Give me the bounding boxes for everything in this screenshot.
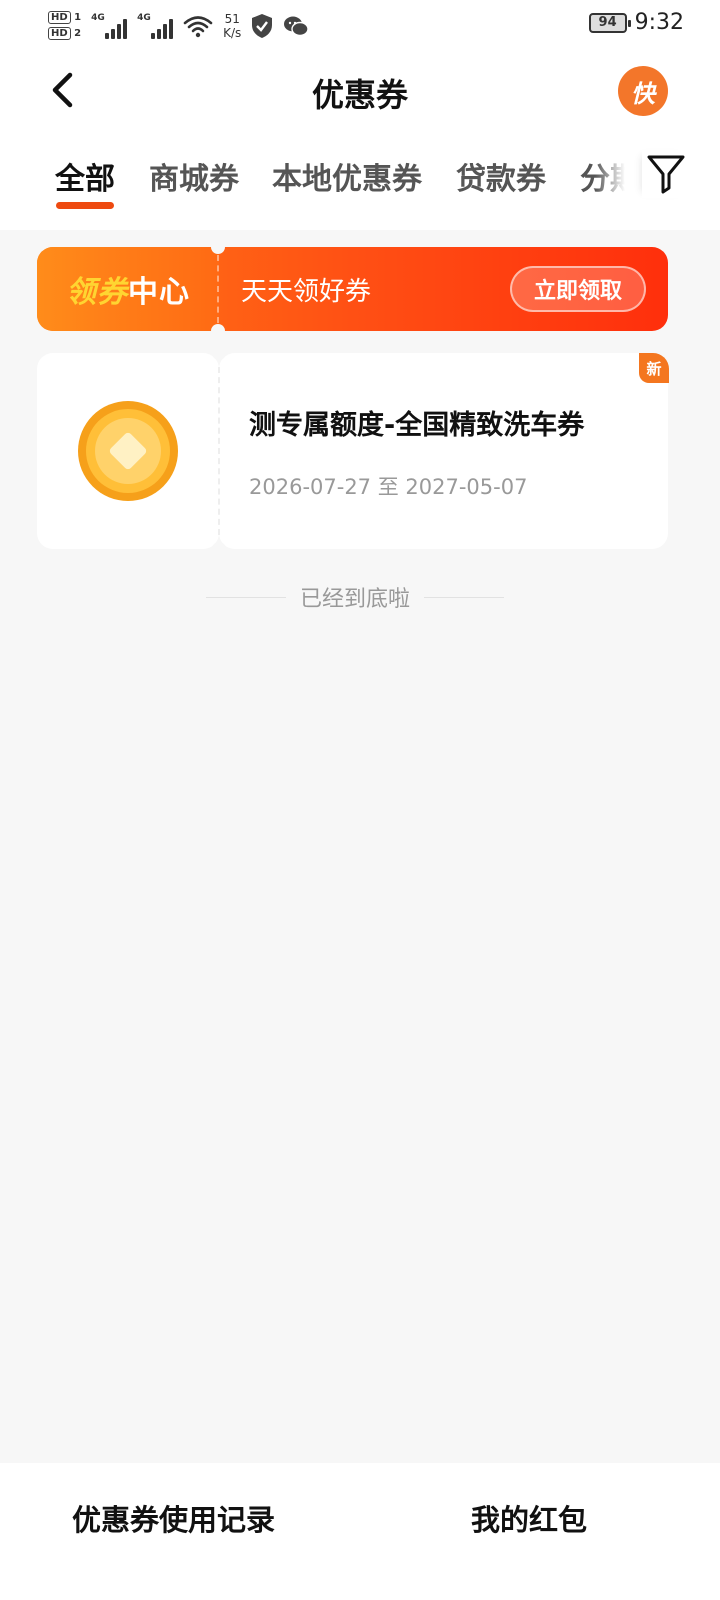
claim-now-button[interactable]: 立即领取 [510, 266, 646, 312]
battery-icon: 94 [588, 12, 631, 33]
signal-icon: 4G [91, 13, 128, 39]
coupon-validity: 2026-07-27 至 2027-05-07 [249, 475, 528, 499]
filter-button[interactable] [642, 150, 690, 198]
wifi-icon [183, 16, 213, 38]
coupon-notch-top [212, 346, 226, 360]
status-bar: HD 1 HD 2 4G 4G 51 K/s 94 9:32 [0, 0, 720, 50]
coupon-info-area [219, 353, 668, 549]
coupon-history-link[interactable]: 优惠券使用记录 [72, 1497, 275, 1539]
shield-icon [252, 14, 273, 38]
tab-loan[interactable]: 贷款券 [456, 154, 546, 198]
bottom-bar: 优惠券使用记录 我的红包 [0, 1463, 720, 1600]
signal-icon: 4G [137, 13, 174, 39]
hd1-indicator: HD 1 [48, 11, 81, 24]
banner-slogan: 天天领好券 [241, 277, 372, 307]
coupon-card[interactable]: 测专属额度-全国精致洗车券 2026-07-27 至 2027-05-07 新 [37, 346, 669, 556]
hd2-indicator: HD 2 [48, 27, 81, 40]
banner-divider [217, 255, 219, 323]
divider-line [205, 596, 286, 598]
list-end: 已经到底啦 [205, 582, 505, 612]
coin-icon [78, 401, 178, 501]
tab-local[interactable]: 本地优惠券 [272, 154, 422, 198]
coupon-divider [218, 367, 220, 535]
list-end-text: 已经到底啦 [299, 587, 410, 612]
coupon-notch-bottom [212, 542, 226, 556]
banner-notch-bottom [211, 324, 225, 331]
divider-line [424, 596, 504, 598]
network-speed: 51 K/s [223, 12, 242, 40]
status-left: HD 1 HD 2 4G 4G 51 K/s [48, 6, 309, 46]
new-badge: 新 [639, 353, 669, 383]
clock: 9:32 [634, 10, 684, 35]
coupon-center-banner[interactable]: 领券 中心 天天领好券 立即领取 [37, 247, 668, 331]
header: 优惠券 快 [0, 56, 720, 126]
status-right: 94 9:32 [588, 10, 684, 35]
kuai-assistant-button[interactable]: 快 [618, 66, 668, 116]
hd-indicators: HD 1 HD 2 [48, 11, 81, 40]
tab-mall[interactable]: 商城券 [149, 154, 239, 198]
my-red-packet-link[interactable]: 我的红包 [471, 1497, 587, 1539]
wechat-icon [284, 16, 309, 37]
tab-all[interactable]: 全部 [55, 154, 115, 198]
coupon-center-title: 领券 中心 [37, 247, 219, 331]
page-title: 优惠券 [311, 76, 408, 114]
coupon-name: 测专属额度-全国精致洗车券 [249, 410, 585, 441]
tabs-fade [595, 140, 625, 220]
filter-icon [647, 155, 685, 194]
tab-bar: 全部 商城券 本地优惠券 贷款券 分期 [0, 140, 625, 220]
active-tab-indicator [56, 202, 114, 209]
